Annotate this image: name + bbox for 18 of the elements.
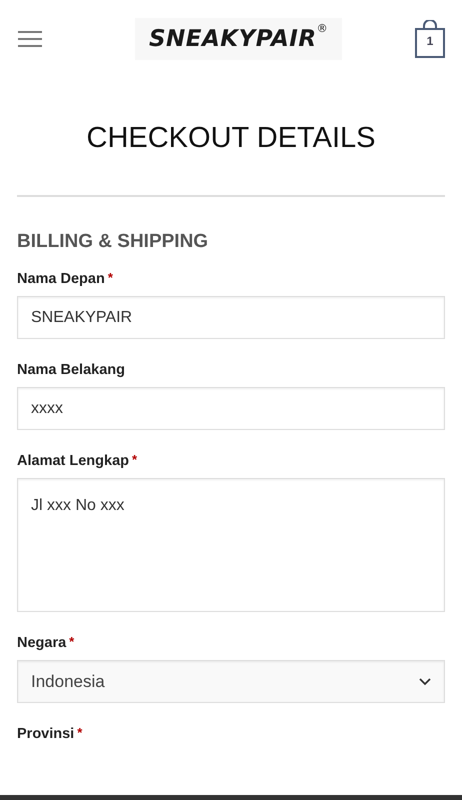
field-label: Nama Depan bbox=[17, 271, 105, 287]
chevron-down-icon bbox=[419, 678, 431, 686]
required-mark: * bbox=[77, 725, 82, 740]
address-field[interactable]: Jl xxx No xxx bbox=[17, 478, 445, 612]
page-title: CHECKOUT DETAILS bbox=[86, 121, 376, 156]
input-field[interactable]: xxxx bbox=[17, 387, 445, 430]
field-label: Provinsi bbox=[17, 726, 74, 742]
field-label: Alamat Lengkap bbox=[17, 453, 129, 469]
required-mark: * bbox=[132, 452, 138, 467]
required-mark: * bbox=[69, 634, 74, 649]
brand-logo[interactable]: SNEAKYPAIR$^{®}$ bbox=[134, 18, 342, 60]
input-field[interactable]: SNEAKYPAIR bbox=[17, 296, 445, 339]
required-mark: * bbox=[108, 270, 113, 285]
field-label: Nama Belakang bbox=[17, 362, 125, 378]
menu-icon[interactable] bbox=[18, 29, 42, 49]
country-dropdown[interactable]: Indonesia bbox=[17, 660, 445, 703]
field-label: Negara bbox=[17, 635, 66, 651]
section-title: BILLING & SHIPPING bbox=[17, 230, 210, 254]
